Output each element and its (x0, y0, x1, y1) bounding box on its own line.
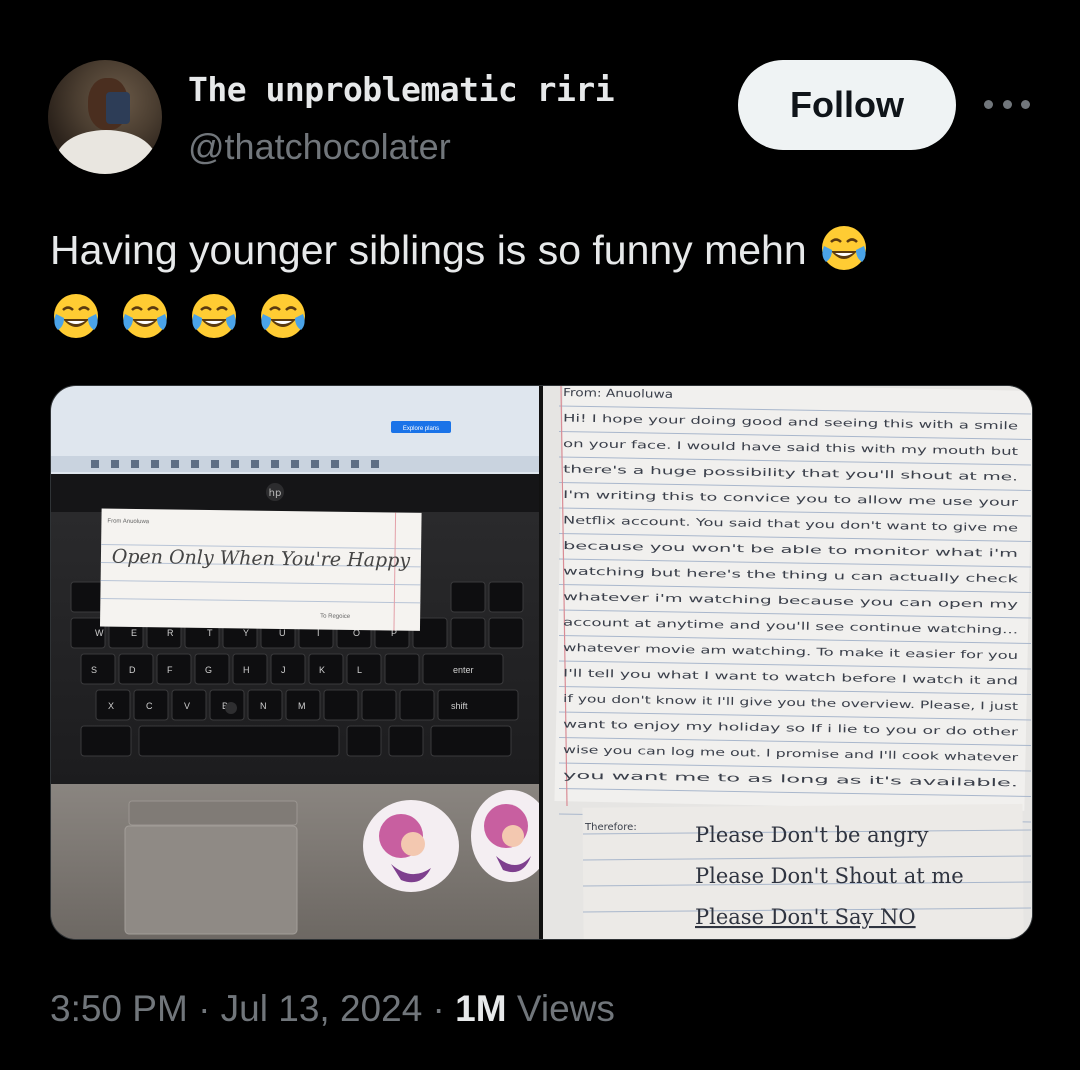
face-with-tears-of-joy-icon (54, 294, 98, 338)
svg-text:C: C (146, 701, 153, 711)
dot (1002, 99, 1012, 109)
explore-plans-label: Explore plans (403, 426, 439, 432)
face-with-tears-of-joy-icon (261, 294, 305, 338)
emoji-row (50, 290, 317, 342)
card-title-text: Open Only When You're Happy (112, 546, 411, 572)
dot (1021, 99, 1030, 109)
svg-text:Y: Y (243, 628, 249, 638)
svg-text:W: W (95, 628, 104, 638)
author-avatar[interactable] (48, 60, 162, 174)
views-count: 1M (455, 988, 507, 1029)
photo-letter[interactable]: From: Anuoluwa Hi! I hope your doing good… (543, 386, 1032, 939)
trackpad-buttons (128, 800, 298, 826)
author-name[interactable]: The unproblematic riri (188, 70, 615, 109)
note-card: From Anuoluwa Open Only When You're Happ… (99, 508, 422, 631)
trackpad (124, 825, 298, 935)
photo-laptop[interactable]: Explore plans hp W E R T Y U I O P S D F… (51, 386, 539, 939)
svg-text:K: K (319, 665, 325, 675)
letter-line: From: Anuoluwa (563, 386, 673, 401)
more-options-icon[interactable] (984, 92, 1030, 116)
svg-text:D: D (129, 665, 136, 675)
pointing-stick (225, 702, 237, 714)
plea-1: Please Don't be angry (695, 823, 929, 847)
svg-text:R: R (167, 628, 174, 638)
therefore-text: Therefore: (584, 822, 637, 833)
svg-text:U: U (279, 628, 286, 638)
tweet-timestamp[interactable]: 3:50 PM · Jul 13, 2024 · (50, 988, 455, 1029)
svg-text:E: E (131, 628, 137, 638)
svg-text:J: J (281, 665, 286, 675)
follow-button[interactable]: Follow (738, 60, 956, 150)
svg-text:F: F (167, 665, 173, 675)
plea-2: Please Don't Shout at me (695, 864, 964, 888)
avatar-shirt (56, 130, 156, 174)
sticker-mermaid-1 (363, 800, 459, 892)
plea-3: Please Don't Say NO (695, 905, 916, 929)
tweet-text: Having younger siblings is so funny mehn (50, 220, 1040, 280)
svg-text:G: G (205, 665, 212, 675)
laptop-illustration: Explore plans hp W E R T Y U I O P S D F… (51, 386, 539, 939)
author-handle[interactable]: @thatchocolater (188, 126, 451, 168)
svg-text:hp: hp (269, 488, 282, 499)
face-with-tears-of-joy-icon (822, 226, 867, 270)
svg-text:N: N (260, 701, 267, 711)
tweet-meta: 3:50 PM · Jul 13, 2024 · 1M Views (50, 988, 615, 1030)
svg-text:V: V (184, 701, 190, 711)
card-to-text: To Regoice (320, 614, 351, 620)
face-with-tears-of-joy-icon (123, 294, 167, 338)
face-with-tears-of-joy-icon (192, 294, 236, 338)
card-from-text: From Anuoluwa (107, 519, 149, 526)
svg-text:enter: enter (453, 665, 474, 675)
letter-illustration: From: AnuoluwaHi! I hope your doing good… (543, 386, 1032, 939)
svg-text:H: H (243, 665, 250, 675)
avatar-phone (106, 92, 130, 124)
dot (984, 99, 993, 109)
tweet-media[interactable]: Explore plans hp W E R T Y U I O P S D F… (50, 385, 1033, 940)
tweet-text-content: Having younger siblings is so funny mehn (50, 227, 807, 273)
svg-text:T: T (207, 628, 213, 638)
svg-text:M: M (298, 701, 306, 711)
svg-text:L: L (357, 665, 362, 675)
svg-text:X: X (108, 701, 114, 711)
svg-text:shift: shift (451, 701, 468, 711)
svg-text:S: S (91, 665, 97, 675)
views-label: Views (506, 988, 615, 1029)
